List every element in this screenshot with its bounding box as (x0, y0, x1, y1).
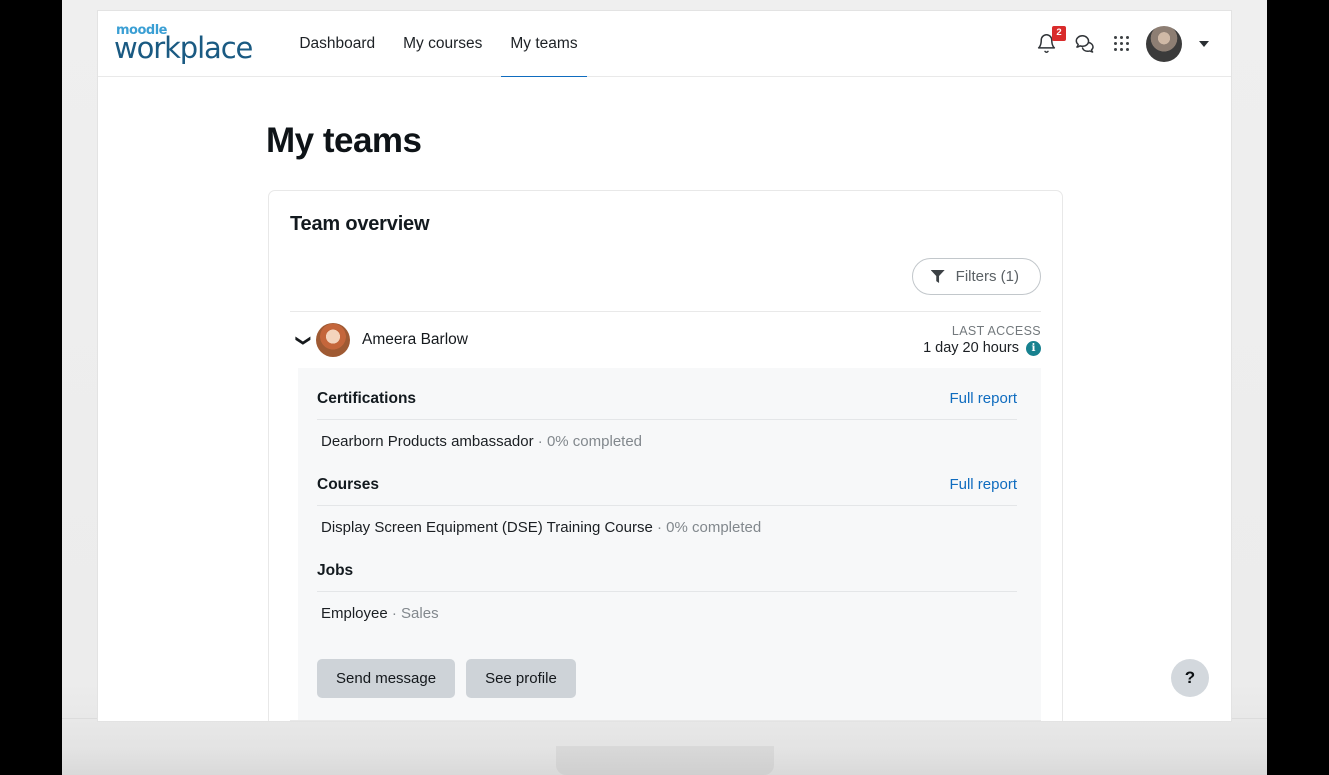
apps-grid-icon-dot (1114, 36, 1117, 39)
navbar-actions: 2 (1036, 25, 1209, 62)
top-navbar: moodle workplace Dashboard My courses My… (98, 11, 1231, 79)
user-avatar[interactable] (1146, 25, 1182, 62)
detail-item-sep: · (533, 433, 547, 450)
apps-grid-icon-dot (1114, 48, 1117, 51)
detail-item-text: Employee (321, 605, 388, 622)
primary-nav: Dashboard My courses My teams (290, 11, 596, 79)
notification-count-badge: 2 (1052, 26, 1066, 41)
detail-section-header-certifications: Certifications Full report (317, 377, 1017, 419)
info-icon[interactable]: i (1026, 340, 1041, 356)
apps-grid-icon-dot (1114, 42, 1117, 45)
apps-grid-icon-dot (1120, 36, 1123, 39)
member-last-access: LAST ACCESS 1 day 20 hours i (923, 324, 1041, 356)
table-row[interactable]: ❯ Ameera Barlow LAST ACCESS 1 day 20 hou… (290, 311, 1041, 368)
browser-viewport: moodle workplace Dashboard My courses My… (97, 10, 1232, 722)
logo-workplace-text: workplace (114, 31, 253, 65)
send-message-button[interactable]: Send message (317, 659, 456, 698)
filters-button-label: Filters (1) (955, 268, 1019, 285)
filters-button[interactable]: Filters (1) (911, 258, 1041, 295)
apps-grid-button[interactable] (1114, 36, 1129, 51)
filters-row: Filters (1) (290, 258, 1041, 295)
detail-section-title: Certifications (317, 390, 417, 407)
detail-item-text: Dearborn Products ambassador (321, 433, 534, 450)
list-item: Employee · Sales (317, 591, 1017, 635)
detail-item-text: Display Screen Equipment (DSE) Training … (321, 519, 653, 536)
detail-section-header-courses: Courses Full report (317, 463, 1017, 505)
apps-grid-icon-dot (1126, 48, 1129, 51)
member-detail-panel: Certifications Full report Dearborn Prod… (298, 368, 1041, 720)
detail-section-title: Courses (317, 476, 380, 493)
nav-link-my-teams[interactable]: My teams (501, 13, 587, 79)
last-access-value-wrap: 1 day 20 hours i (923, 340, 1041, 356)
expand-collapse-chevron-down-icon[interactable]: ❯ (290, 333, 316, 348)
detail-item-sep: · (652, 519, 667, 536)
detail-item-status: 0% completed (666, 519, 762, 536)
detail-item-status: 0% completed (546, 433, 643, 450)
help-button[interactable]: ? (1171, 659, 1209, 697)
avatar[interactable] (316, 323, 350, 357)
detail-item-status: Sales (401, 605, 439, 622)
list-item: Dearborn Products ambassador · 0% comple… (317, 419, 1017, 463)
table-row[interactable]: ❯ Atkinson Dyer LAST ACCESS 1 day 18 hou… (290, 720, 1041, 721)
detail-item-sep: · (387, 605, 402, 622)
device-bezel-right (1267, 0, 1329, 775)
device-bezel-left (0, 0, 62, 775)
moodle-workplace-logo[interactable]: moodle workplace (114, 24, 253, 65)
member-detail-actions: Send message See profile (317, 659, 1017, 698)
filter-funnel-icon (930, 270, 945, 283)
nav-link-my-courses[interactable]: My courses (394, 13, 491, 79)
team-overview-card: Team overview Filters (1) ❯ Ameera Barlo… (268, 190, 1063, 721)
card-title: Team overview (290, 213, 430, 235)
nav-link-dashboard[interactable]: Dashboard (290, 13, 384, 79)
full-report-link-certifications[interactable]: Full report (949, 390, 1017, 407)
full-report-link-courses[interactable]: Full report (949, 476, 1017, 493)
detail-section-title: Jobs (317, 562, 354, 579)
apps-grid-icon-dot (1126, 42, 1129, 45)
last-access-value: 1 day 20 hours (923, 340, 1019, 356)
user-menu-chevron-down-icon[interactable] (1199, 40, 1209, 47)
member-name: Ameera Barlow (362, 331, 468, 348)
last-access-label: LAST ACCESS (951, 324, 1041, 338)
apps-grid-icon-dot (1120, 42, 1123, 45)
notifications-button[interactable]: 2 (1036, 26, 1066, 54)
apps-grid-icon-dot (1120, 48, 1123, 51)
screenshot-stage: moodle workplace Dashboard My courses My… (0, 0, 1329, 775)
device-stand-foot (556, 746, 774, 775)
apps-grid-icon-dot (1126, 36, 1129, 39)
messages-button[interactable] (1074, 33, 1097, 54)
list-item: Display Screen Equipment (DSE) Training … (317, 505, 1017, 549)
messages-icon (1075, 35, 1094, 53)
team-member-list: ❯ Ameera Barlow LAST ACCESS 1 day 20 hou… (290, 311, 1041, 721)
detail-section-header-jobs: Jobs (317, 549, 1017, 591)
see-profile-button[interactable]: See profile (466, 659, 576, 698)
page-content: My teams Team overview Filters (1) ❯ Ame… (98, 77, 1231, 721)
page-title: My teams (266, 121, 422, 160)
